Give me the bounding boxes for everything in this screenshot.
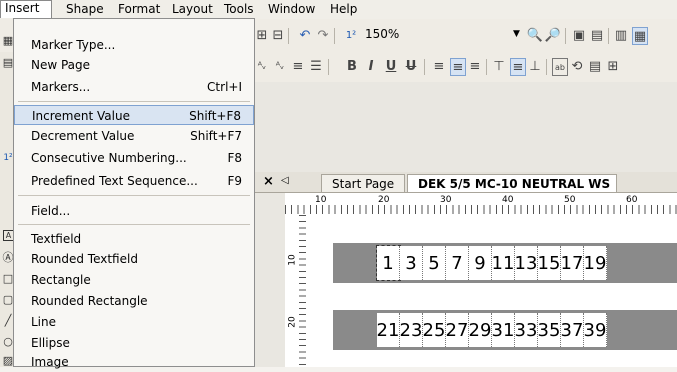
- menu-help[interactable]: Help: [330, 2, 357, 16]
- marker-cell[interactable]: 35: [538, 313, 561, 347]
- tab-scroll-left-icon[interactable]: ◁: [281, 175, 289, 186]
- numbering-icon[interactable]: 1²: [343, 27, 359, 43]
- marker-cell[interactable]: 31: [492, 313, 515, 347]
- menu-tools[interactable]: Tools: [224, 2, 254, 16]
- spacing-icon[interactable]: ᴬᵥ: [255, 58, 269, 74]
- menu-item-decrement-value[interactable]: Decrement Value Shift+F7: [14, 126, 254, 146]
- ruler-mark: 50: [564, 195, 576, 205]
- menu-item-rectangle[interactable]: Rectangle: [14, 270, 254, 290]
- valign-bottom-icon[interactable]: ⊥: [528, 58, 542, 74]
- align-center-icon[interactable]: ≡: [450, 58, 466, 76]
- page-icon[interactable]: ▤: [590, 27, 604, 43]
- marker-cell[interactable]: 15: [538, 246, 561, 280]
- marker-cell[interactable]: 33: [515, 313, 538, 347]
- align-icon[interactable]: ⊞: [255, 27, 269, 43]
- redo-icon[interactable]: ↷: [316, 27, 330, 43]
- menu-window[interactable]: Window: [268, 2, 315, 16]
- marker-cell[interactable]: 7: [446, 246, 469, 280]
- marker-cell[interactable]: 23: [400, 313, 423, 347]
- image-icon[interactable]: ▣: [572, 27, 586, 43]
- menu-layout[interactable]: Layout: [172, 2, 213, 16]
- horizontal-ruler: 10 20 30 40 50 60: [285, 193, 677, 216]
- columns-icon[interactable]: ▥: [614, 27, 628, 43]
- menu-item-consecutive-numbering[interactable]: Consecutive Numbering... F8: [14, 148, 254, 168]
- zoom-value[interactable]: 150%: [365, 27, 399, 41]
- marker-cell[interactable]: 1: [376, 245, 401, 281]
- menu-item-rounded-textfield[interactable]: Rounded Textfield: [14, 249, 254, 269]
- menu-item-textfield[interactable]: Textfield: [14, 229, 254, 249]
- vruler-mark: 20: [287, 316, 298, 328]
- format-icon[interactable]: ▤: [588, 58, 602, 74]
- zoom-out-icon[interactable]: 🔍: [527, 27, 543, 43]
- layout-icon[interactable]: ▦: [632, 27, 648, 45]
- insert-menu: Marker Type... New Page Markers... Ctrl+…: [13, 18, 255, 369]
- menu-bar: Insert Shape Format Layout Tools Window …: [0, 0, 677, 20]
- marker-cell[interactable]: 27: [446, 313, 469, 347]
- line-spacing-icon[interactable]: ≡: [291, 58, 305, 74]
- ruler-mark: 20: [378, 195, 390, 205]
- marker-cell[interactable]: 5: [423, 246, 446, 280]
- menu-item-marker-type[interactable]: Marker Type...: [14, 35, 254, 55]
- align-left-icon[interactable]: ≡: [432, 58, 446, 74]
- menu-format[interactable]: Format: [118, 2, 160, 16]
- menu-item-markers[interactable]: Markers... Ctrl+I: [14, 77, 254, 97]
- valign-top-icon[interactable]: ⊤: [492, 58, 506, 74]
- vertical-ruler: 10 20: [285, 215, 308, 367]
- distribute-icon[interactable]: ⊟: [271, 27, 285, 43]
- zoom-in-icon[interactable]: 🔎: [545, 27, 561, 43]
- valign-middle-icon[interactable]: ≡: [510, 58, 526, 76]
- bold-icon[interactable]: B: [345, 58, 359, 74]
- zoom-dropdown-icon[interactable]: ▼: [513, 29, 520, 39]
- ruler-mark: 60: [626, 195, 638, 205]
- marker-cell[interactable]: 21: [377, 313, 400, 347]
- ruler-mark: 40: [502, 195, 514, 205]
- marker-row-1: 1 3 5 7 9 11 13 15 17 19: [376, 245, 607, 281]
- marker-cell[interactable]: 29: [469, 313, 492, 347]
- marker-cell[interactable]: 3: [400, 246, 423, 280]
- menu-insert[interactable]: Insert: [0, 0, 52, 18]
- undo-icon[interactable]: ↶: [298, 27, 312, 43]
- underline-icon[interactable]: U: [384, 58, 398, 74]
- marker-cell[interactable]: 17: [561, 246, 584, 280]
- menu-item-field[interactable]: Field...: [14, 201, 254, 221]
- tab-start-page[interactable]: Start Page: [321, 174, 406, 192]
- menu-item-image[interactable]: Image: [14, 352, 254, 372]
- text-direction-icon[interactable]: ⊞: [606, 58, 620, 74]
- marker-cell[interactable]: 9: [469, 246, 492, 280]
- list-icon[interactable]: ☰: [309, 58, 323, 74]
- vruler-mark: 10: [287, 254, 298, 266]
- tab-bar: × ◁ Start Page DEK 5/5 MC-10 NEUTRAL WS: [255, 172, 677, 193]
- align-right-icon[interactable]: ≡: [468, 58, 482, 74]
- ruler-mark: 30: [440, 195, 452, 205]
- marker-row-2: 21 23 25 27 29 31 33 35 37 39: [377, 313, 607, 347]
- marker-cell[interactable]: 37: [561, 313, 584, 347]
- marker-cell[interactable]: 19: [584, 246, 607, 280]
- ruler-mark: 10: [315, 195, 327, 205]
- marker-cell[interactable]: 13: [515, 246, 538, 280]
- kerning-icon[interactable]: ᴬᵥ: [273, 58, 287, 74]
- tab-document[interactable]: DEK 5/5 MC-10 NEUTRAL WS: [407, 174, 617, 192]
- menu-item-predefined-text[interactable]: Predefined Text Sequence... F9: [14, 171, 254, 191]
- textbox-icon[interactable]: ab: [552, 58, 568, 76]
- menu-item-rounded-rectangle[interactable]: Rounded Rectangle: [14, 291, 254, 311]
- menu-insert-label: Insert: [5, 1, 40, 15]
- strikethrough-icon[interactable]: U: [404, 58, 418, 74]
- italic-icon[interactable]: I: [364, 58, 378, 74]
- marker-cell[interactable]: 39: [584, 313, 607, 347]
- marker-cell[interactable]: 25: [423, 313, 446, 347]
- rotate-icon[interactable]: ⟲: [570, 58, 584, 74]
- marker-cell[interactable]: 11: [492, 246, 515, 280]
- menu-item-new-page[interactable]: New Page: [14, 55, 254, 75]
- close-tab-icon[interactable]: ×: [263, 174, 274, 189]
- menu-item-ellipse[interactable]: Ellipse: [14, 333, 254, 353]
- menu-item-line[interactable]: Line: [14, 312, 254, 332]
- menu-shape[interactable]: Shape: [66, 2, 104, 16]
- menu-item-increment-value[interactable]: Increment Value Shift+F8: [14, 105, 254, 125]
